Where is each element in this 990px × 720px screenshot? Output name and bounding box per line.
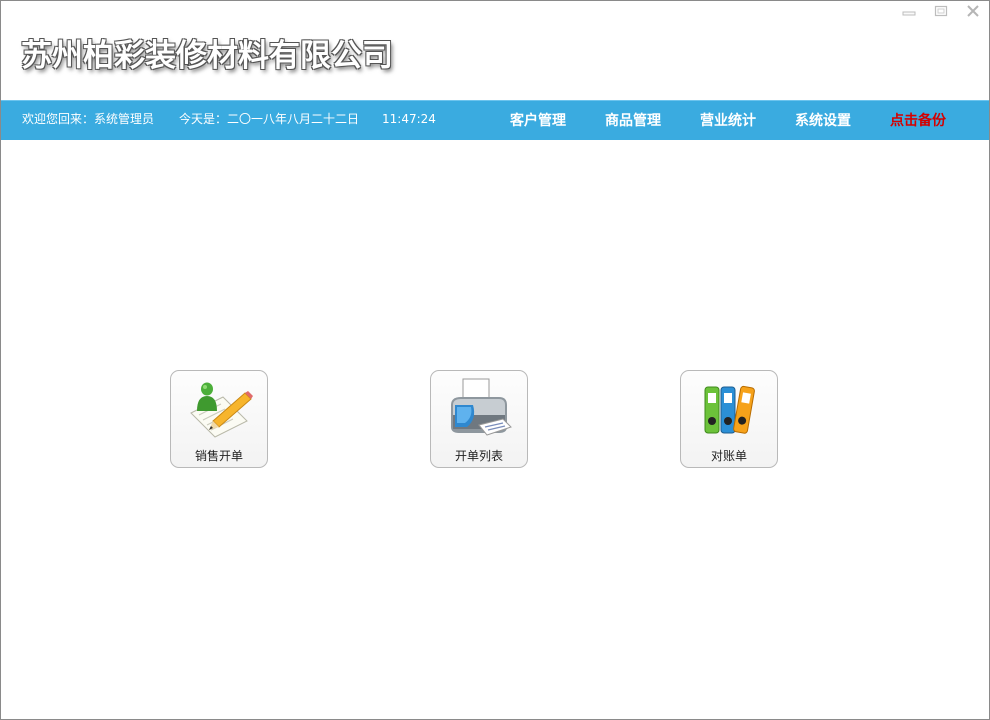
header: 苏州柏彩装修材料有限公司 <box>1 1 989 100</box>
person-pencil-document-icon <box>190 382 253 438</box>
minimize-button[interactable] <box>893 1 925 21</box>
nav-customer-management[interactable]: 客户管理 <box>510 101 566 139</box>
nav-system-settings[interactable]: 系统设置 <box>795 101 851 139</box>
welcome-text: 欢迎您回来：系统管理员 <box>22 112 155 126</box>
minimize-icon <box>902 11 916 16</box>
company-title: 苏州柏彩装修材料有限公司 <box>21 38 393 74</box>
tile-statement[interactable]: 对账单 <box>680 370 778 468</box>
top-navbar: 欢迎您回来：系统管理员 今天是：二〇一八年八月二十二日 11:47:24 客户管… <box>1 100 989 140</box>
maximize-icon <box>934 5 948 17</box>
nav-sales-statistics[interactable]: 营业统计 <box>700 101 756 139</box>
printer-icon <box>451 378 512 436</box>
date-text: 今天是：二〇一八年八月二十二日 <box>179 112 360 126</box>
tile-sales-order-label: 销售开单 <box>194 449 243 463</box>
tile-sales-order[interactable]: 销售开单 <box>170 370 268 468</box>
clock-text: 11:47:24 <box>382 112 436 126</box>
nav-backup[interactable]: 点击备份 <box>890 101 946 139</box>
close-icon <box>967 5 979 17</box>
tile-order-list-label: 开单列表 <box>454 449 503 463</box>
maximize-button[interactable] <box>925 1 957 21</box>
binders-icon <box>704 385 755 434</box>
tile-order-list[interactable]: 开单列表 <box>430 370 528 468</box>
window-controls <box>893 1 989 21</box>
tile-statement-label: 对账单 <box>710 449 747 463</box>
close-button[interactable] <box>957 1 989 21</box>
nav-product-management[interactable]: 商品管理 <box>605 101 661 139</box>
app-window: 苏州柏彩装修材料有限公司 欢迎您回来：系统管理员 今天是：二〇一八年八月二十二日… <box>0 0 990 720</box>
